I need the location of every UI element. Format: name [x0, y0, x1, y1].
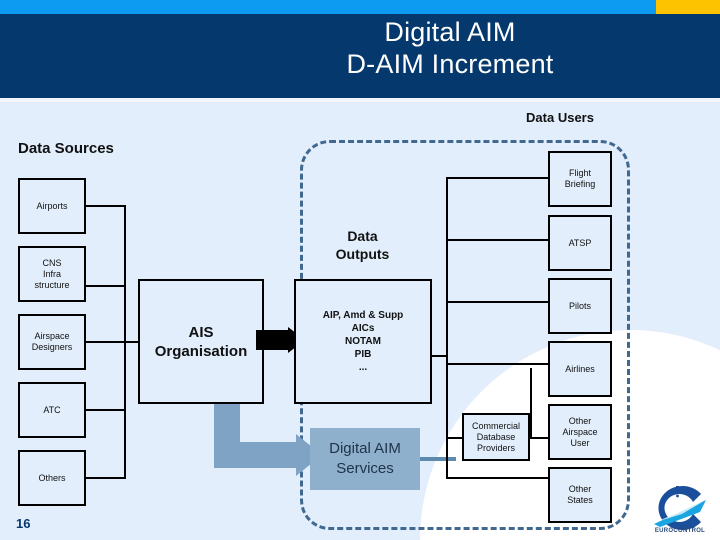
- source-box-others[interactable]: Others: [18, 450, 86, 506]
- digital-aim-services-line1: Digital AIM: [329, 440, 401, 457]
- source-box-cns-line1: CNS: [42, 257, 62, 268]
- page-number: 16: [16, 516, 31, 531]
- commercial-db-line1: Commercial: [471, 420, 520, 431]
- slide-title-line1: Digital AIM: [384, 17, 516, 47]
- source-box-cns-line2: Infra: [42, 268, 61, 279]
- eurocontrol-logo-wordmark: EUROCONTROL: [654, 528, 706, 534]
- commercial-database-providers-box[interactable]: Commercial Database Providers: [462, 413, 530, 461]
- source-branch-airports: [86, 205, 126, 207]
- header-underline: [0, 98, 720, 102]
- data-outputs-line3: NOTAM: [345, 336, 381, 347]
- ais-to-outputs-arrow-shaft: [256, 330, 288, 350]
- user-box-other-states-line1: Other: [568, 484, 592, 494]
- users-branch-commercial-db: [446, 437, 462, 439]
- data-outputs-line4: PIB: [354, 349, 372, 360]
- users-branch-flight-briefing: [446, 177, 550, 179]
- user-box-flight-briefing-line1: Flight: [568, 168, 591, 178]
- source-box-atc[interactable]: ATC: [18, 382, 86, 438]
- source-branch-airspace: [86, 341, 126, 343]
- digital-aim-services-line2: Services: [336, 460, 394, 477]
- user-box-other-airspace-line2: Airspace: [562, 426, 598, 437]
- commercial-db-to-other-airspace-line: [530, 437, 550, 439]
- user-box-other-states[interactable]: Other States: [548, 467, 612, 523]
- users-branch-atsp: [446, 239, 550, 241]
- digital-aim-services-box[interactable]: Digital AIM Services: [310, 428, 420, 490]
- users-branch-other-states: [446, 477, 550, 479]
- source-branch-cns: [86, 285, 126, 287]
- heading-data-users: Data Users: [526, 110, 594, 125]
- source-box-others-label: Others: [38, 472, 66, 483]
- user-box-other-states-line2: States: [567, 495, 593, 505]
- source-box-atc-label: ATC: [43, 404, 61, 415]
- user-box-pilots-label: Pilots: [568, 300, 591, 311]
- user-box-other-airspace-line1: Other: [568, 415, 592, 426]
- source-branch-others: [86, 477, 126, 479]
- user-box-other-airspace-user[interactable]: Other Airspace User: [548, 404, 612, 460]
- user-box-flight-briefing-line2: Briefing: [564, 179, 596, 189]
- user-box-airlines-label: Airlines: [565, 363, 595, 374]
- user-box-atsp-label: ATSP: [568, 237, 592, 248]
- ais-to-services-arrow-horizontal: [214, 442, 296, 468]
- user-box-other-airspace-line3: User: [570, 437, 590, 448]
- ais-organisation-box[interactable]: AIS Organisation: [138, 279, 264, 404]
- commercial-db-riser-line: [530, 368, 532, 438]
- users-trunk-line: [446, 177, 448, 477]
- data-outputs-line1: AIP, Amd & Supp: [322, 310, 404, 321]
- data-outputs-line2: AICs: [351, 323, 375, 334]
- users-branch-pilots: [446, 301, 550, 303]
- ais-organisation-line1: AIS: [188, 323, 214, 341]
- user-box-pilots[interactable]: Pilots: [548, 278, 612, 334]
- ais-organisation-line2: Organisation: [154, 342, 248, 360]
- source-box-airspace-designers[interactable]: Airspace Designers: [18, 314, 86, 370]
- heading-data-sources: Data Sources: [18, 140, 114, 157]
- data-outputs-line5: ...: [358, 362, 368, 373]
- user-box-flight-briefing[interactable]: Flight Briefing: [548, 151, 612, 207]
- outputs-to-users-trunk-line: [432, 355, 448, 357]
- user-box-atsp[interactable]: ATSP: [548, 215, 612, 271]
- top-accent-band-gold: [656, 0, 720, 14]
- source-box-airports-label: Airports: [36, 200, 68, 211]
- source-box-cns-infrastructure[interactable]: CNS Infra structure: [18, 246, 86, 302]
- slide-title-line2: D-AIM Increment: [346, 49, 554, 79]
- slide-title: Digital AIM D-AIM Increment: [240, 16, 660, 80]
- user-box-airlines[interactable]: Airlines: [548, 341, 612, 397]
- services-to-users-line: [420, 457, 456, 461]
- commercial-db-line2: Database: [476, 431, 516, 442]
- source-box-airports[interactable]: Airports: [18, 178, 86, 234]
- slide-canvas: Digital AIM D-AIM Increment Data Sources…: [0, 0, 720, 540]
- source-branch-atc: [86, 409, 126, 411]
- source-box-cns-line3: structure: [34, 279, 70, 290]
- commercial-db-line3: Providers: [476, 442, 515, 453]
- users-branch-airlines: [446, 363, 550, 365]
- top-accent-band-blue: [0, 0, 656, 14]
- source-box-airspace-line1: Airspace: [34, 331, 70, 341]
- data-outputs-box[interactable]: AIP, Amd & Supp AICs NOTAM PIB ...: [294, 279, 432, 404]
- source-box-airspace-line2: Designers: [31, 342, 73, 352]
